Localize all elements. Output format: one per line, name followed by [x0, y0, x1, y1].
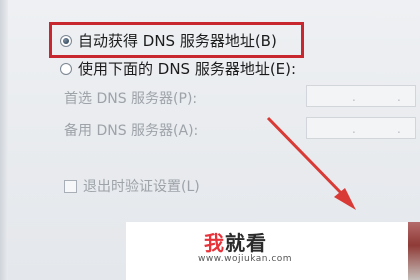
arrow-shaft	[266, 116, 346, 198]
watermark-logo: 我就看	[204, 231, 267, 255]
photo-edge-strip	[408, 222, 420, 280]
tcpip-properties-dialog: 自动获得 DNS 服务器地址(B) 使用下面的 DNS 服务器地址(E): 首选…	[0, 0, 420, 280]
watermark-url: www.wojiukan.com	[198, 254, 293, 264]
arrow-head	[334, 188, 356, 210]
watermark-overlay	[126, 222, 410, 280]
